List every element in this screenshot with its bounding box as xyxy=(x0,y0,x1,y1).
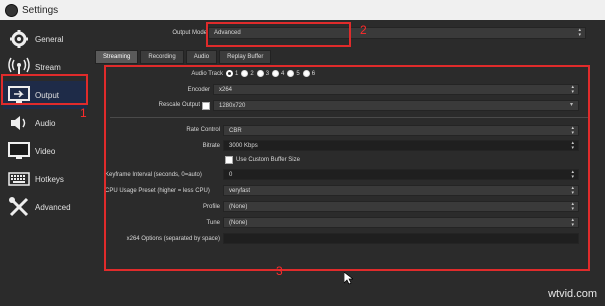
output-mode-highlight-box xyxy=(206,22,351,47)
tab-audio[interactable]: Audio xyxy=(185,50,218,64)
window-title: Settings xyxy=(22,4,59,16)
watermark: wtvid.com xyxy=(548,288,597,300)
sidebar-item-hotkeys[interactable]: Hotkeys xyxy=(3,165,87,193)
tools-icon xyxy=(7,197,31,217)
sidebar-item-video[interactable]: Video xyxy=(3,137,87,165)
window-titlebar: Settings xyxy=(0,0,605,20)
speaker-icon xyxy=(7,113,31,133)
output-highlight-box xyxy=(1,74,88,105)
sidebar-item-label: Video xyxy=(35,146,56,156)
annotation-3: 3 xyxy=(276,264,283,278)
tab-recording[interactable]: Recording xyxy=(140,50,184,64)
keyboard-icon xyxy=(7,169,31,189)
settings-sidebar: General Stream Output Audio Video Hotkey… xyxy=(0,20,88,306)
streaming-settings-highlight-box xyxy=(104,65,590,271)
sidebar-item-audio[interactable]: Audio xyxy=(3,109,87,137)
tab-replay-buffer[interactable]: Replay Buffer xyxy=(219,50,272,64)
output-tabs: Streaming Recording Audio Replay Buffer xyxy=(95,50,273,64)
output-mode-label: Output Mode xyxy=(172,30,207,36)
gear-icon xyxy=(7,29,31,49)
sidebar-item-label: General xyxy=(35,34,64,44)
settings-content: Output Mode Advanced ▴ ▾ Streaming Record… xyxy=(90,20,605,306)
display-icon xyxy=(7,141,31,161)
sidebar-item-label: Audio xyxy=(35,118,56,128)
sidebar-item-general[interactable]: General xyxy=(3,25,87,53)
sidebar-item-label: Stream xyxy=(35,62,61,72)
sidebar-item-label: Advanced xyxy=(35,202,71,212)
obs-app-icon xyxy=(5,3,18,17)
sidebar-item-advanced[interactable]: Advanced xyxy=(3,193,87,221)
tab-streaming[interactable]: Streaming xyxy=(95,50,139,64)
sidebar-item-label: Hotkeys xyxy=(35,174,64,184)
mouse-cursor-icon xyxy=(343,271,355,290)
annotation-1: 1 xyxy=(80,106,87,120)
spinner-icon: ▴ ▾ xyxy=(578,27,581,38)
annotation-2: 2 xyxy=(360,23,367,37)
